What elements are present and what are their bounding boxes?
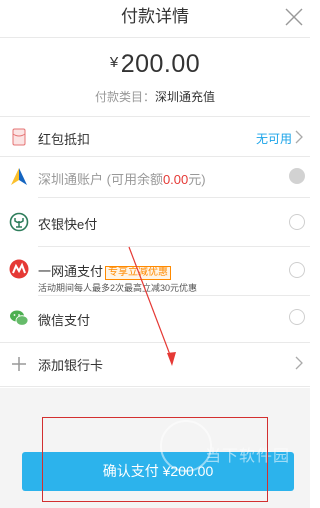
amount-value: 200.00 xyxy=(120,50,201,78)
chevron-right-icon xyxy=(295,356,303,370)
shenzhentong-account-row[interactable]: 深圳通账户 (可用余额0.00元) xyxy=(0,157,310,197)
red-envelope-icon xyxy=(12,128,26,146)
page-title: 付款详情 xyxy=(121,7,189,26)
promo-description: 活动期间每人最多2次最高立减30元优惠 xyxy=(38,283,198,293)
account-label-suffix: 元) xyxy=(188,172,206,187)
account-radio[interactable] xyxy=(289,168,305,184)
payment-category: 付款类目：深圳通充值 xyxy=(0,88,310,105)
category-value: 深圳通充值 xyxy=(155,90,216,104)
category-label: 付款类目： xyxy=(94,90,155,104)
abc-pay-label: 农银快e付 xyxy=(38,217,98,232)
plus-icon xyxy=(12,357,26,371)
wechat-pay-label: 微信支付 xyxy=(38,313,91,328)
close-icon[interactable] xyxy=(282,5,306,29)
abc-pay-row[interactable]: 农银快e付 xyxy=(0,198,310,246)
hongbao-status[interactable]: 无可用 xyxy=(256,130,292,147)
yiwangtong-label: 一网通支付 专享立减优惠 xyxy=(38,261,172,281)
add-bank-card-label: 添加银行卡 xyxy=(38,358,104,373)
divider xyxy=(0,37,310,38)
promo-badge: 专享立减优惠 xyxy=(105,266,172,280)
yiwangtong-radio[interactable] xyxy=(289,262,305,278)
account-balance: 0.00 xyxy=(162,172,189,187)
header: 付款详情 xyxy=(0,0,310,34)
hongbao-row[interactable]: 红包抵扣 无可用 xyxy=(0,117,310,156)
divider xyxy=(0,386,310,387)
currency-symbol: ¥ xyxy=(109,54,119,71)
chevron-right-icon xyxy=(295,130,303,144)
abc-bank-icon xyxy=(9,212,29,232)
yiwangtong-title: 一网通支付 xyxy=(38,264,104,279)
shenzhentong-logo-icon xyxy=(11,168,27,185)
highlight-box xyxy=(42,417,268,502)
yiwangtong-row[interactable]: 一网通支付 专享立减优惠 活动期间每人最多2次最高立减30元优惠 xyxy=(0,247,310,295)
add-bank-card-row[interactable]: 添加银行卡 xyxy=(0,343,310,383)
abc-pay-radio[interactable] xyxy=(289,214,305,230)
account-label-prefix: 深圳通账户 (可用余额 xyxy=(38,172,163,187)
payment-amount: ¥200.00 xyxy=(0,50,310,79)
wechat-pay-row[interactable]: 微信支付 xyxy=(0,296,310,342)
wechat-pay-radio[interactable] xyxy=(289,309,305,325)
wechat-icon xyxy=(10,310,29,326)
hongbao-label: 红包抵扣 xyxy=(38,132,91,147)
yiwangtong-logo-icon xyxy=(9,259,29,279)
account-label: 深圳通账户 (可用余额0.00元) xyxy=(38,169,206,188)
